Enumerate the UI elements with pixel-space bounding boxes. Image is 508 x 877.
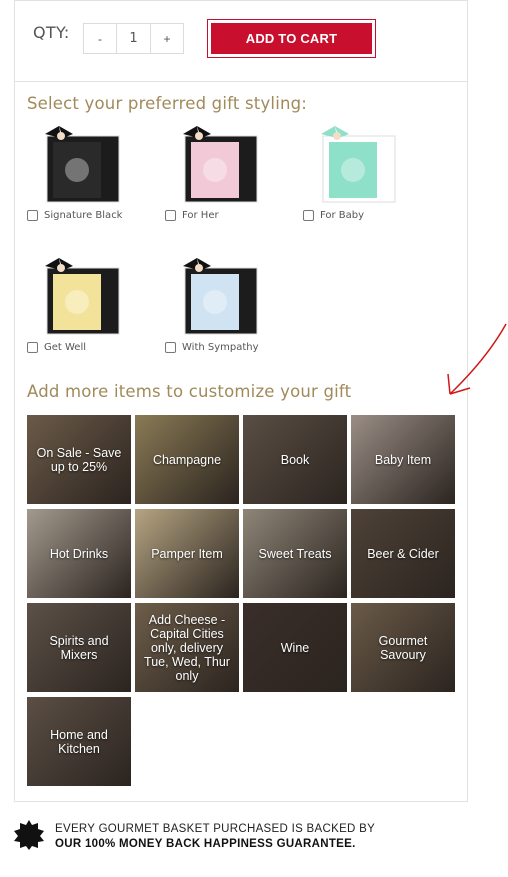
- tile-label: Home and Kitchen: [50, 727, 108, 756]
- customize-tile[interactable]: Pamper Item: [135, 509, 239, 598]
- tile-label: Baby Item: [374, 452, 432, 467]
- quantity-stepper: - 1 +: [83, 23, 184, 54]
- gift-style-option[interactable]: For Baby: [303, 124, 443, 221]
- gift-box-image: [179, 256, 261, 336]
- gift-style-option[interactable]: Signature Black: [27, 124, 167, 221]
- red-arrow-annotation: [447, 323, 507, 395]
- add-to-cart-frame: ADD TO CART: [207, 19, 376, 58]
- tile-label: On Sale - Save up to 25%: [36, 445, 122, 474]
- checkbox[interactable]: [303, 210, 314, 221]
- tile-label: Pamper Item: [151, 546, 223, 561]
- gift-style-option[interactable]: For Her: [165, 124, 305, 221]
- customize-title: Add more items to customize your gift: [27, 382, 352, 401]
- gift-styling-title: Select your preferred gift styling:: [27, 94, 308, 113]
- customize-tile[interactable]: Gourmet Savoury: [351, 603, 455, 692]
- gift-style-label: For Her: [182, 210, 219, 221]
- tile-label: Add Cheese - Capital Cities only, delive…: [144, 612, 230, 683]
- quantity-row: QTY: - 1 + ADD TO CART: [15, 0, 467, 82]
- guarantee-line-2: OUR 100% MONEY BACK HAPPINESS GUARANTEE.: [55, 838, 356, 850]
- gift-style-option[interactable]: With Sympathy: [165, 256, 305, 353]
- tile-label: Spirits and Mixers: [49, 633, 109, 662]
- gift-box-image: [317, 124, 399, 204]
- tile-label: Gourmet Savoury: [378, 633, 428, 662]
- tile-label: Book: [280, 452, 310, 467]
- gift-style-checkbox-row[interactable]: Get Well: [27, 342, 167, 353]
- tile-label: Beer & Cider: [367, 546, 439, 561]
- tile-label: Sweet Treats: [258, 546, 332, 561]
- checkbox[interactable]: [165, 210, 176, 221]
- badge-seal-icon: [14, 820, 44, 850]
- gift-style-option[interactable]: Get Well: [27, 256, 167, 353]
- customize-tile[interactable]: Spirits and Mixers: [27, 603, 131, 692]
- gift-style-checkbox-row[interactable]: For Her: [165, 210, 305, 221]
- gift-style-checkbox-row[interactable]: Signature Black: [27, 210, 167, 221]
- checkbox[interactable]: [165, 342, 176, 353]
- gift-box-image: [41, 256, 123, 336]
- checkbox[interactable]: [27, 210, 38, 221]
- tile-label: Champagne: [152, 452, 222, 467]
- gift-style-label: With Sympathy: [182, 342, 259, 353]
- gift-style-label: Get Well: [44, 342, 87, 353]
- gift-style-label: Signature Black: [44, 210, 123, 221]
- quantity-input[interactable]: 1: [116, 24, 151, 53]
- guarantee-banner: EVERY GOURMET BASKET PURCHASED IS BACKED…: [14, 818, 484, 858]
- decrement-button[interactable]: -: [84, 24, 116, 53]
- increment-button[interactable]: +: [151, 24, 183, 53]
- customize-tile[interactable]: Baby Item: [351, 415, 455, 504]
- gift-style-checkbox-row[interactable]: For Baby: [303, 210, 443, 221]
- qty-label: QTY:: [33, 23, 70, 42]
- customize-tile[interactable]: Wine: [243, 603, 347, 692]
- tile-label: Hot Drinks: [49, 546, 109, 561]
- checkbox[interactable]: [27, 342, 38, 353]
- customize-tile[interactable]: On Sale - Save up to 25%: [27, 415, 131, 504]
- customize-tile[interactable]: Sweet Treats: [243, 509, 347, 598]
- gift-style-checkbox-row[interactable]: With Sympathy: [165, 342, 305, 353]
- gift-box-image: [41, 124, 123, 204]
- customize-tile[interactable]: Add Cheese - Capital Cities only, delive…: [135, 603, 239, 692]
- customize-tile[interactable]: Home and Kitchen: [27, 697, 131, 786]
- customize-tile[interactable]: Hot Drinks: [27, 509, 131, 598]
- add-to-cart-button[interactable]: ADD TO CART: [211, 23, 372, 54]
- customize-tile[interactable]: Champagne: [135, 415, 239, 504]
- product-options-panel: QTY: - 1 + ADD TO CART Select your prefe…: [14, 0, 468, 802]
- tile-label: Wine: [280, 640, 310, 655]
- gift-style-label: For Baby: [320, 210, 365, 221]
- customize-tile[interactable]: Book: [243, 415, 347, 504]
- guarantee-line-1: EVERY GOURMET BASKET PURCHASED IS BACKED…: [55, 823, 376, 835]
- gift-box-image: [179, 124, 261, 204]
- customize-tile[interactable]: Beer & Cider: [351, 509, 455, 598]
